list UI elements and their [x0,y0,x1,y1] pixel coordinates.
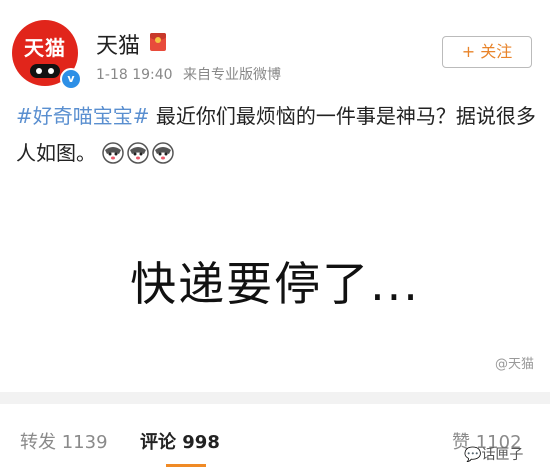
husky-emoji-icon [152,142,175,164]
red-envelope-icon [150,33,166,51]
post-text: #好奇喵宝宝# 最近你们最烦恼的一件事是神马？据说很多人如图。 [16,98,536,172]
image-watermark: @天猫 [494,357,534,372]
post-image[interactable]: 快递要停了... @天猫 [0,188,550,378]
post-time: 1-18 19:40 [96,67,173,83]
verified-badge-icon: v [60,68,82,90]
action-bar: 转发 1139 评论 998 赞 1102 💬话匣子 [0,404,550,473]
husky-emoji-icon [127,142,150,164]
comment-count: 998 [182,432,220,453]
footer-watermark: 💬话匣子 [464,444,523,464]
husky-emoji-icon [102,142,125,164]
hashtag-link[interactable]: #好奇喵宝宝# [16,104,150,128]
divider [0,392,550,404]
author-name[interactable]: 天猫 [96,28,140,60]
follow-button[interactable]: + 关注 [442,36,532,68]
post-header: 天猫 v 天猫 1-18 19:40 来自专业版微博 + 关注 [0,0,550,100]
repost-button[interactable]: 转发 1139 [20,428,108,454]
post-source: 来自专业版微博 [183,67,282,83]
comment-tab[interactable]: 评论 998 [140,428,220,454]
repost-count: 1139 [61,432,108,453]
comment-label: 评论 [140,432,176,453]
avatar-text: 天猫 [24,36,66,60]
footer-watermark-text: 话匣子 [481,447,524,463]
post-meta: 1-18 19:40 来自专业版微博 [96,64,287,84]
repost-label: 转发 [20,432,56,453]
chat-bubble-icon: 💬 [464,447,482,463]
active-tab-indicator [166,464,206,467]
cat-face-icon [30,64,60,78]
image-caption: 快递要停了... [130,257,420,311]
